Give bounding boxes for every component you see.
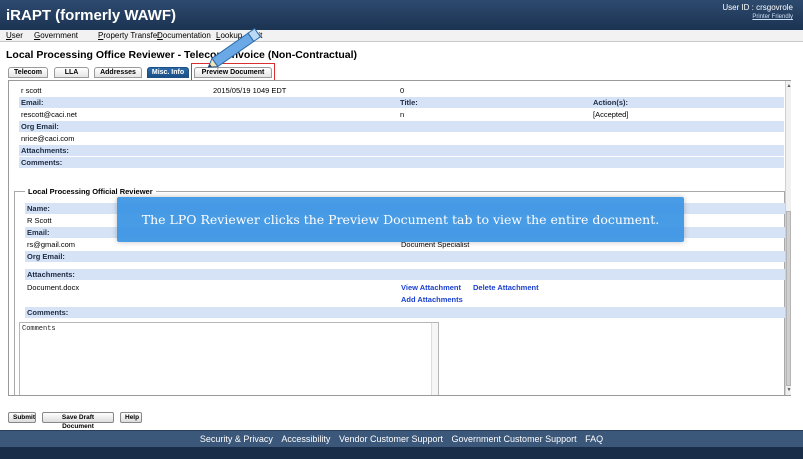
menu-property-transfer[interactable]: Property Transfer: [98, 31, 160, 40]
help-button[interactable]: Help: [120, 412, 142, 423]
email-value: rescott@caci.net: [21, 110, 77, 119]
org-email-header-row: Org Email:: [19, 121, 784, 132]
footer-accessibility-link[interactable]: Accessibility: [281, 434, 330, 444]
comments-textarea[interactable]: Comments: [19, 322, 439, 395]
org-email-row: nrice@caci.com: [19, 133, 784, 144]
bottom-strip: [0, 447, 803, 459]
reviewer-row: r scott 2015/05/19 1049 EDT 0: [19, 85, 784, 96]
org-email-value: nrice@caci.com: [21, 134, 75, 143]
section-legend: Local Processing Official Reviewer: [25, 187, 156, 196]
tab-misc-info[interactable]: Misc. Info: [147, 67, 189, 78]
comments-text: Comments: [22, 325, 56, 333]
email-row: rescott@caci.net n [Accepted]: [19, 109, 784, 120]
footer-security-link[interactable]: Security & Privacy: [200, 434, 273, 444]
title-value: n: [400, 110, 405, 119]
app-title: iRAPT (formerly WAWF): [6, 7, 177, 24]
name-label: Name:: [27, 204, 50, 213]
footer-faq-link[interactable]: FAQ: [585, 434, 603, 444]
scroll-down-icon[interactable]: ▼: [786, 387, 792, 393]
footer: Security & Privacy Accessibility Vendor …: [0, 430, 803, 447]
lpo-attachments-label: Attachments:: [27, 270, 75, 279]
lpo-email-label: Email:: [27, 228, 50, 237]
tutorial-callout: The LPO Reviewer clicks the Preview Docu…: [117, 197, 684, 242]
comments-header-row: Comments:: [19, 157, 784, 168]
lpo-email-value: rs@gmail.com: [27, 240, 76, 249]
lpo-attachments-header-row: Attachments:: [25, 269, 790, 280]
comments-label: Comments:: [21, 158, 63, 167]
add-attachments-link[interactable]: Add Attachments: [401, 294, 463, 305]
review-value: 0: [400, 86, 405, 95]
menu-bar: User Government Property Transfer Docume…: [0, 30, 803, 42]
footer-vendor-support-link[interactable]: Vendor Customer Support: [339, 434, 443, 444]
org-email-label: Org Email:: [21, 122, 59, 131]
attachments-header-row: Attachments:: [19, 145, 784, 156]
textarea-scrollbar[interactable]: [431, 323, 438, 395]
tab-lla[interactable]: LLA: [54, 67, 89, 78]
lpo-org-email-header-row: Org Email:: [25, 251, 790, 262]
user-id-label: User ID : crsgovrole: [722, 3, 793, 12]
lpo-comments-header-row: Comments:: [25, 307, 790, 318]
printer-friendly-link[interactable]: Printer Friendly: [722, 14, 793, 20]
name-value: R Scott: [27, 216, 52, 225]
tab-addresses[interactable]: Addresses: [94, 67, 142, 78]
footer-government-support-link[interactable]: Government Customer Support: [452, 434, 577, 444]
scrollbar-thumb[interactable]: [786, 211, 791, 386]
attachment-file-name: Document.docx: [27, 283, 80, 292]
email-label: Email:: [21, 98, 44, 107]
user-id: User ID : crsgovrole Printer Friendly: [722, 3, 793, 20]
pencil-icon: [207, 27, 262, 68]
add-attachment-row: Add Attachments: [25, 294, 790, 305]
pane-scrollbar[interactable]: ▲ ▼: [785, 81, 791, 395]
reviewer-name: r scott: [21, 86, 42, 95]
app-header: iRAPT (formerly WAWF) User ID : crsgovro…: [0, 0, 803, 30]
menu-user[interactable]: User: [6, 31, 23, 40]
menu-government[interactable]: Government: [34, 31, 78, 40]
scroll-up-icon[interactable]: ▲: [786, 83, 792, 89]
save-draft-button[interactable]: Save Draft Document: [42, 412, 114, 430]
delete-attachment-link[interactable]: Delete Attachment: [473, 282, 539, 293]
actions-label: Action(s):: [593, 98, 628, 107]
action-value: [Accepted]: [593, 110, 629, 119]
attachment-row: Document.docx View Attachment Delete Att…: [25, 282, 790, 293]
lpo-comments-label: Comments:: [27, 308, 69, 317]
submit-button[interactable]: Submit: [8, 412, 36, 423]
view-attachment-link[interactable]: View Attachment: [401, 282, 461, 293]
title-label: Title:: [400, 98, 418, 107]
review-date: 2015/05/19 1049 EDT: [213, 86, 287, 95]
tab-telecom[interactable]: Telecom: [8, 67, 48, 78]
lpo-org-email-label: Org Email:: [27, 252, 65, 261]
page-title: Local Processing Office Reviewer - Telec…: [6, 49, 358, 61]
attachments-label: Attachments:: [21, 146, 69, 155]
email-header-row: Email: Title: Action(s):: [19, 97, 784, 108]
